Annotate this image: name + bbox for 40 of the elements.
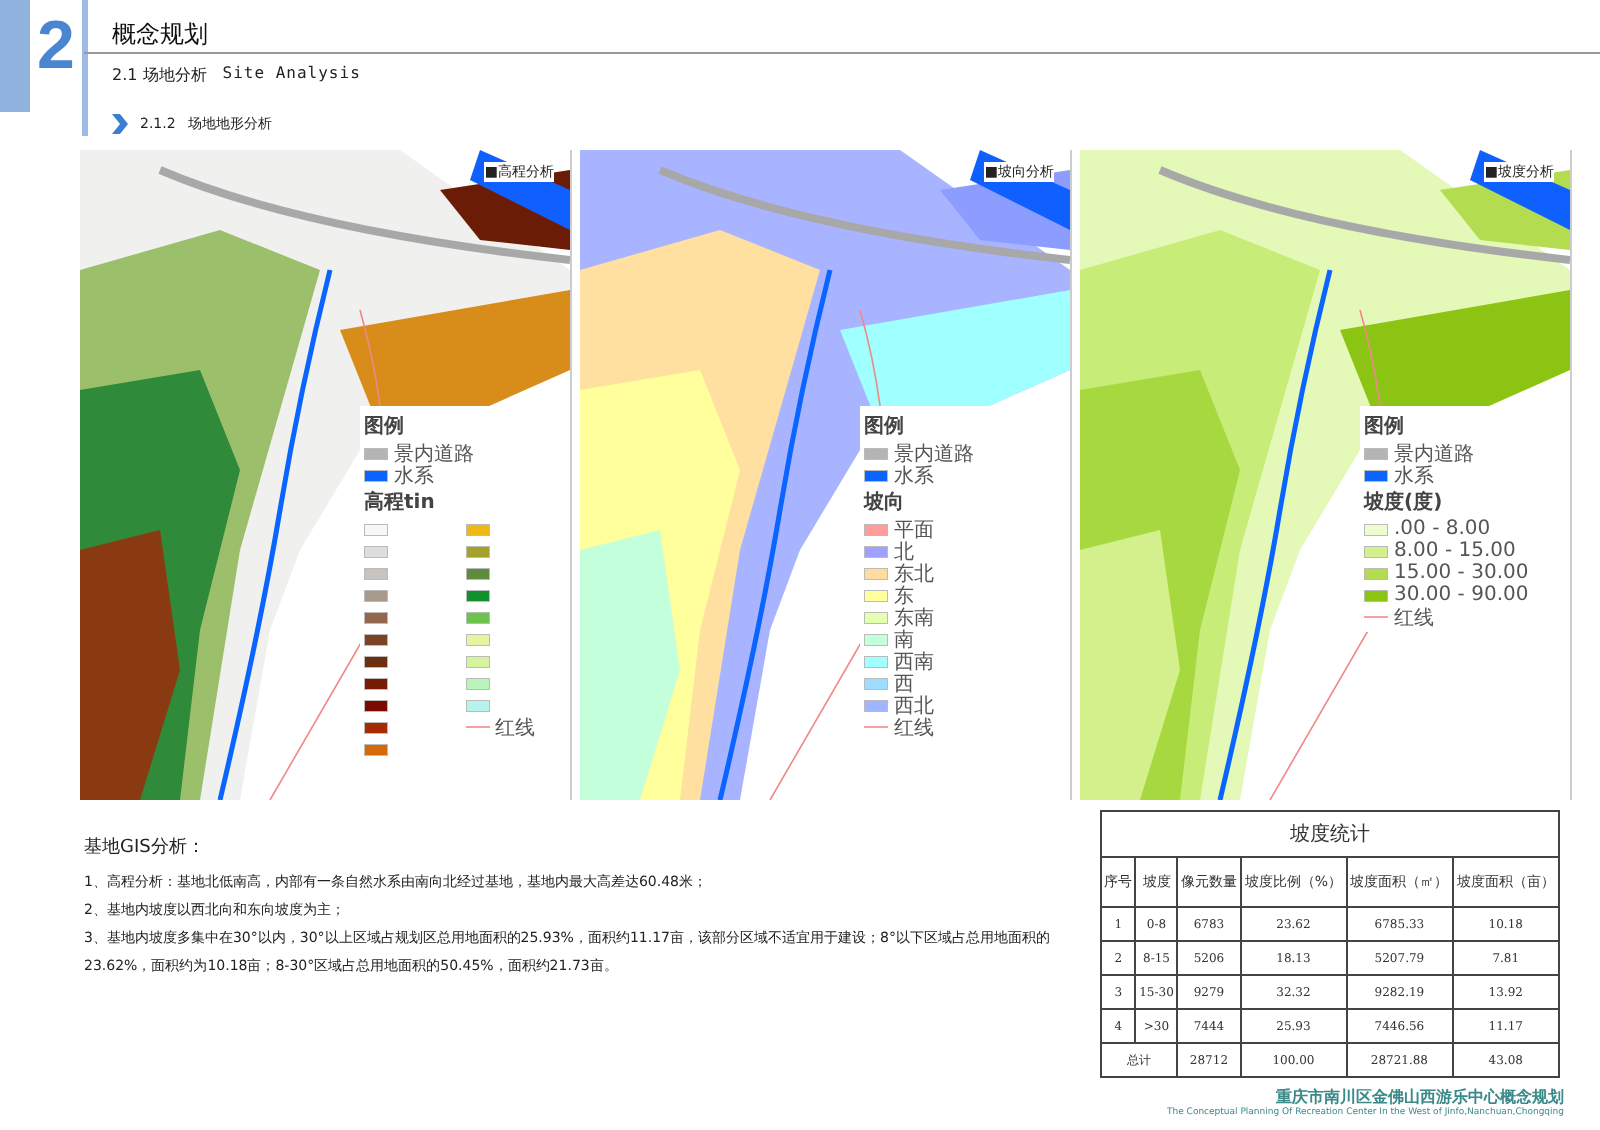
legend-title: 图例 bbox=[1364, 413, 1406, 440]
chapter-number: 2 bbox=[35, 6, 77, 88]
legend-label: 西北 bbox=[894, 693, 934, 717]
legend-label: 东 bbox=[894, 583, 914, 607]
legend-title: 图例 bbox=[364, 413, 406, 440]
legend-label: 水系 bbox=[394, 462, 434, 489]
boundary-line-icon bbox=[1364, 616, 1388, 618]
analysis-title: 基地GIS分析： bbox=[84, 835, 207, 860]
legend-subtitle: 高程tin bbox=[364, 488, 437, 516]
legend-subtitle: 坡度(度) bbox=[1364, 488, 1445, 516]
legend-label: 西南 bbox=[894, 649, 934, 674]
legend-subtitle: 坡向 bbox=[864, 489, 906, 516]
footer-title: 重庆市南川区金佛山西游乐中心概念规划 bbox=[1274, 1086, 1564, 1107]
section-title: 2.1 场地分析 bbox=[112, 64, 207, 86]
boundary-line-icon bbox=[864, 726, 888, 728]
legend-label: 景内道路 bbox=[894, 441, 974, 465]
legend-label: 15.00 - 30.00 bbox=[1394, 562, 1529, 584]
boundary-line-icon bbox=[465, 726, 489, 728]
legend-label: 30.00 - 90.00 bbox=[1394, 584, 1529, 606]
legend-label: .00 - 8.00 bbox=[1394, 518, 1491, 540]
legend-label: 水系 bbox=[1394, 462, 1434, 489]
legend-label: 西 bbox=[894, 671, 914, 696]
legend-label: 8.00 - 15.00 bbox=[1394, 540, 1516, 562]
legend-label: 景内道路 bbox=[394, 441, 474, 465]
table-title: 坡度统计 bbox=[1101, 811, 1559, 857]
legend-label: 景内道路 bbox=[1394, 441, 1474, 465]
legend-title: 图例 bbox=[864, 413, 906, 440]
legend-label: 红线 bbox=[894, 714, 934, 741]
chapter-band bbox=[0, 0, 30, 112]
legend-label: 南 bbox=[894, 626, 914, 652]
legend-label: 水系 bbox=[894, 462, 934, 489]
legend-label: 东北 bbox=[894, 560, 934, 585]
section-title-en: Site Analysis bbox=[222, 64, 361, 86]
legend-label: 平面 bbox=[894, 517, 934, 541]
legend-label: 红线 bbox=[1394, 605, 1434, 631]
legend-label: 北 bbox=[894, 538, 914, 563]
legend-label: 东南 bbox=[894, 605, 934, 629]
legend-label: 红线 bbox=[495, 715, 535, 741]
chevron-icon bbox=[112, 114, 128, 134]
chapter-title: 概念规划 bbox=[112, 20, 210, 48]
